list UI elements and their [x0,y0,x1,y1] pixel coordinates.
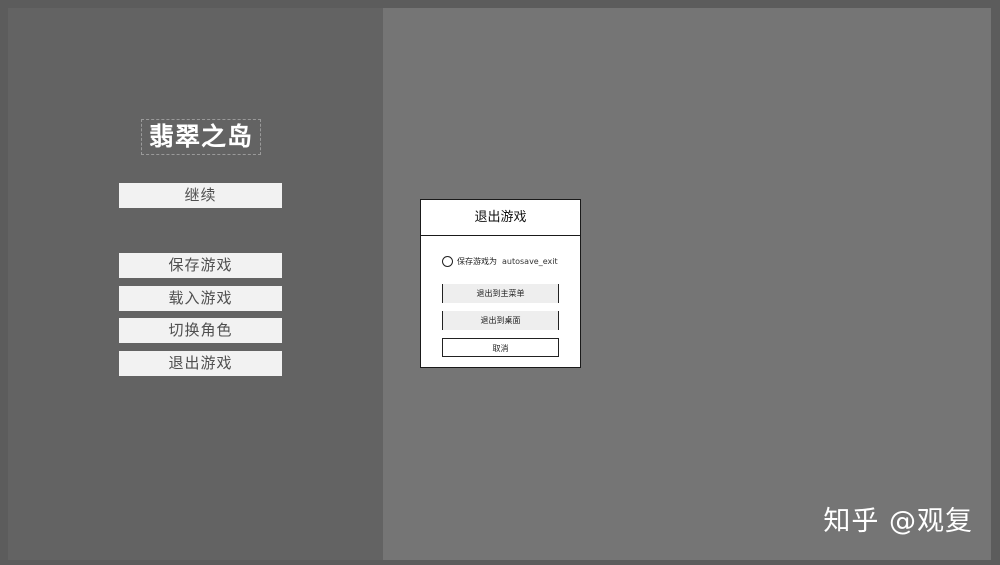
cancel-button[interactable]: 取消 [442,338,559,357]
main-menu-panel [8,8,383,560]
save-option-label: 保存游戏为 [457,256,497,266]
save-game-button[interactable]: 保存游戏 [119,253,282,278]
save-filename: autosave_exit [502,256,558,266]
save-option-row: 保存游戏为 autosave_exit [442,254,558,268]
watermark: 知乎 @观复 [823,506,973,537]
game-title: 翡翠之岛 [141,119,261,155]
switch-character-button[interactable]: 切换角色 [119,318,282,343]
continue-button[interactable]: 继续 [119,183,282,208]
dialog-title: 退出游戏 [421,200,580,236]
app-window: 翡翠之岛 继续 保存游戏 载入游戏 切换角色 退出游戏 退出游戏 保存游戏为 a… [0,0,1000,565]
exit-to-main-menu-button[interactable]: 退出到主菜单 [442,284,559,303]
exit-to-desktop-button[interactable]: 退出到桌面 [442,311,559,330]
save-radio-button[interactable] [442,255,453,267]
load-game-button[interactable]: 载入游戏 [119,286,282,311]
quit-game-button[interactable]: 退出游戏 [119,351,282,376]
quit-dialog: 退出游戏 保存游戏为 autosave_exit 退出到主菜单 退出到桌面 取消 [420,199,581,368]
